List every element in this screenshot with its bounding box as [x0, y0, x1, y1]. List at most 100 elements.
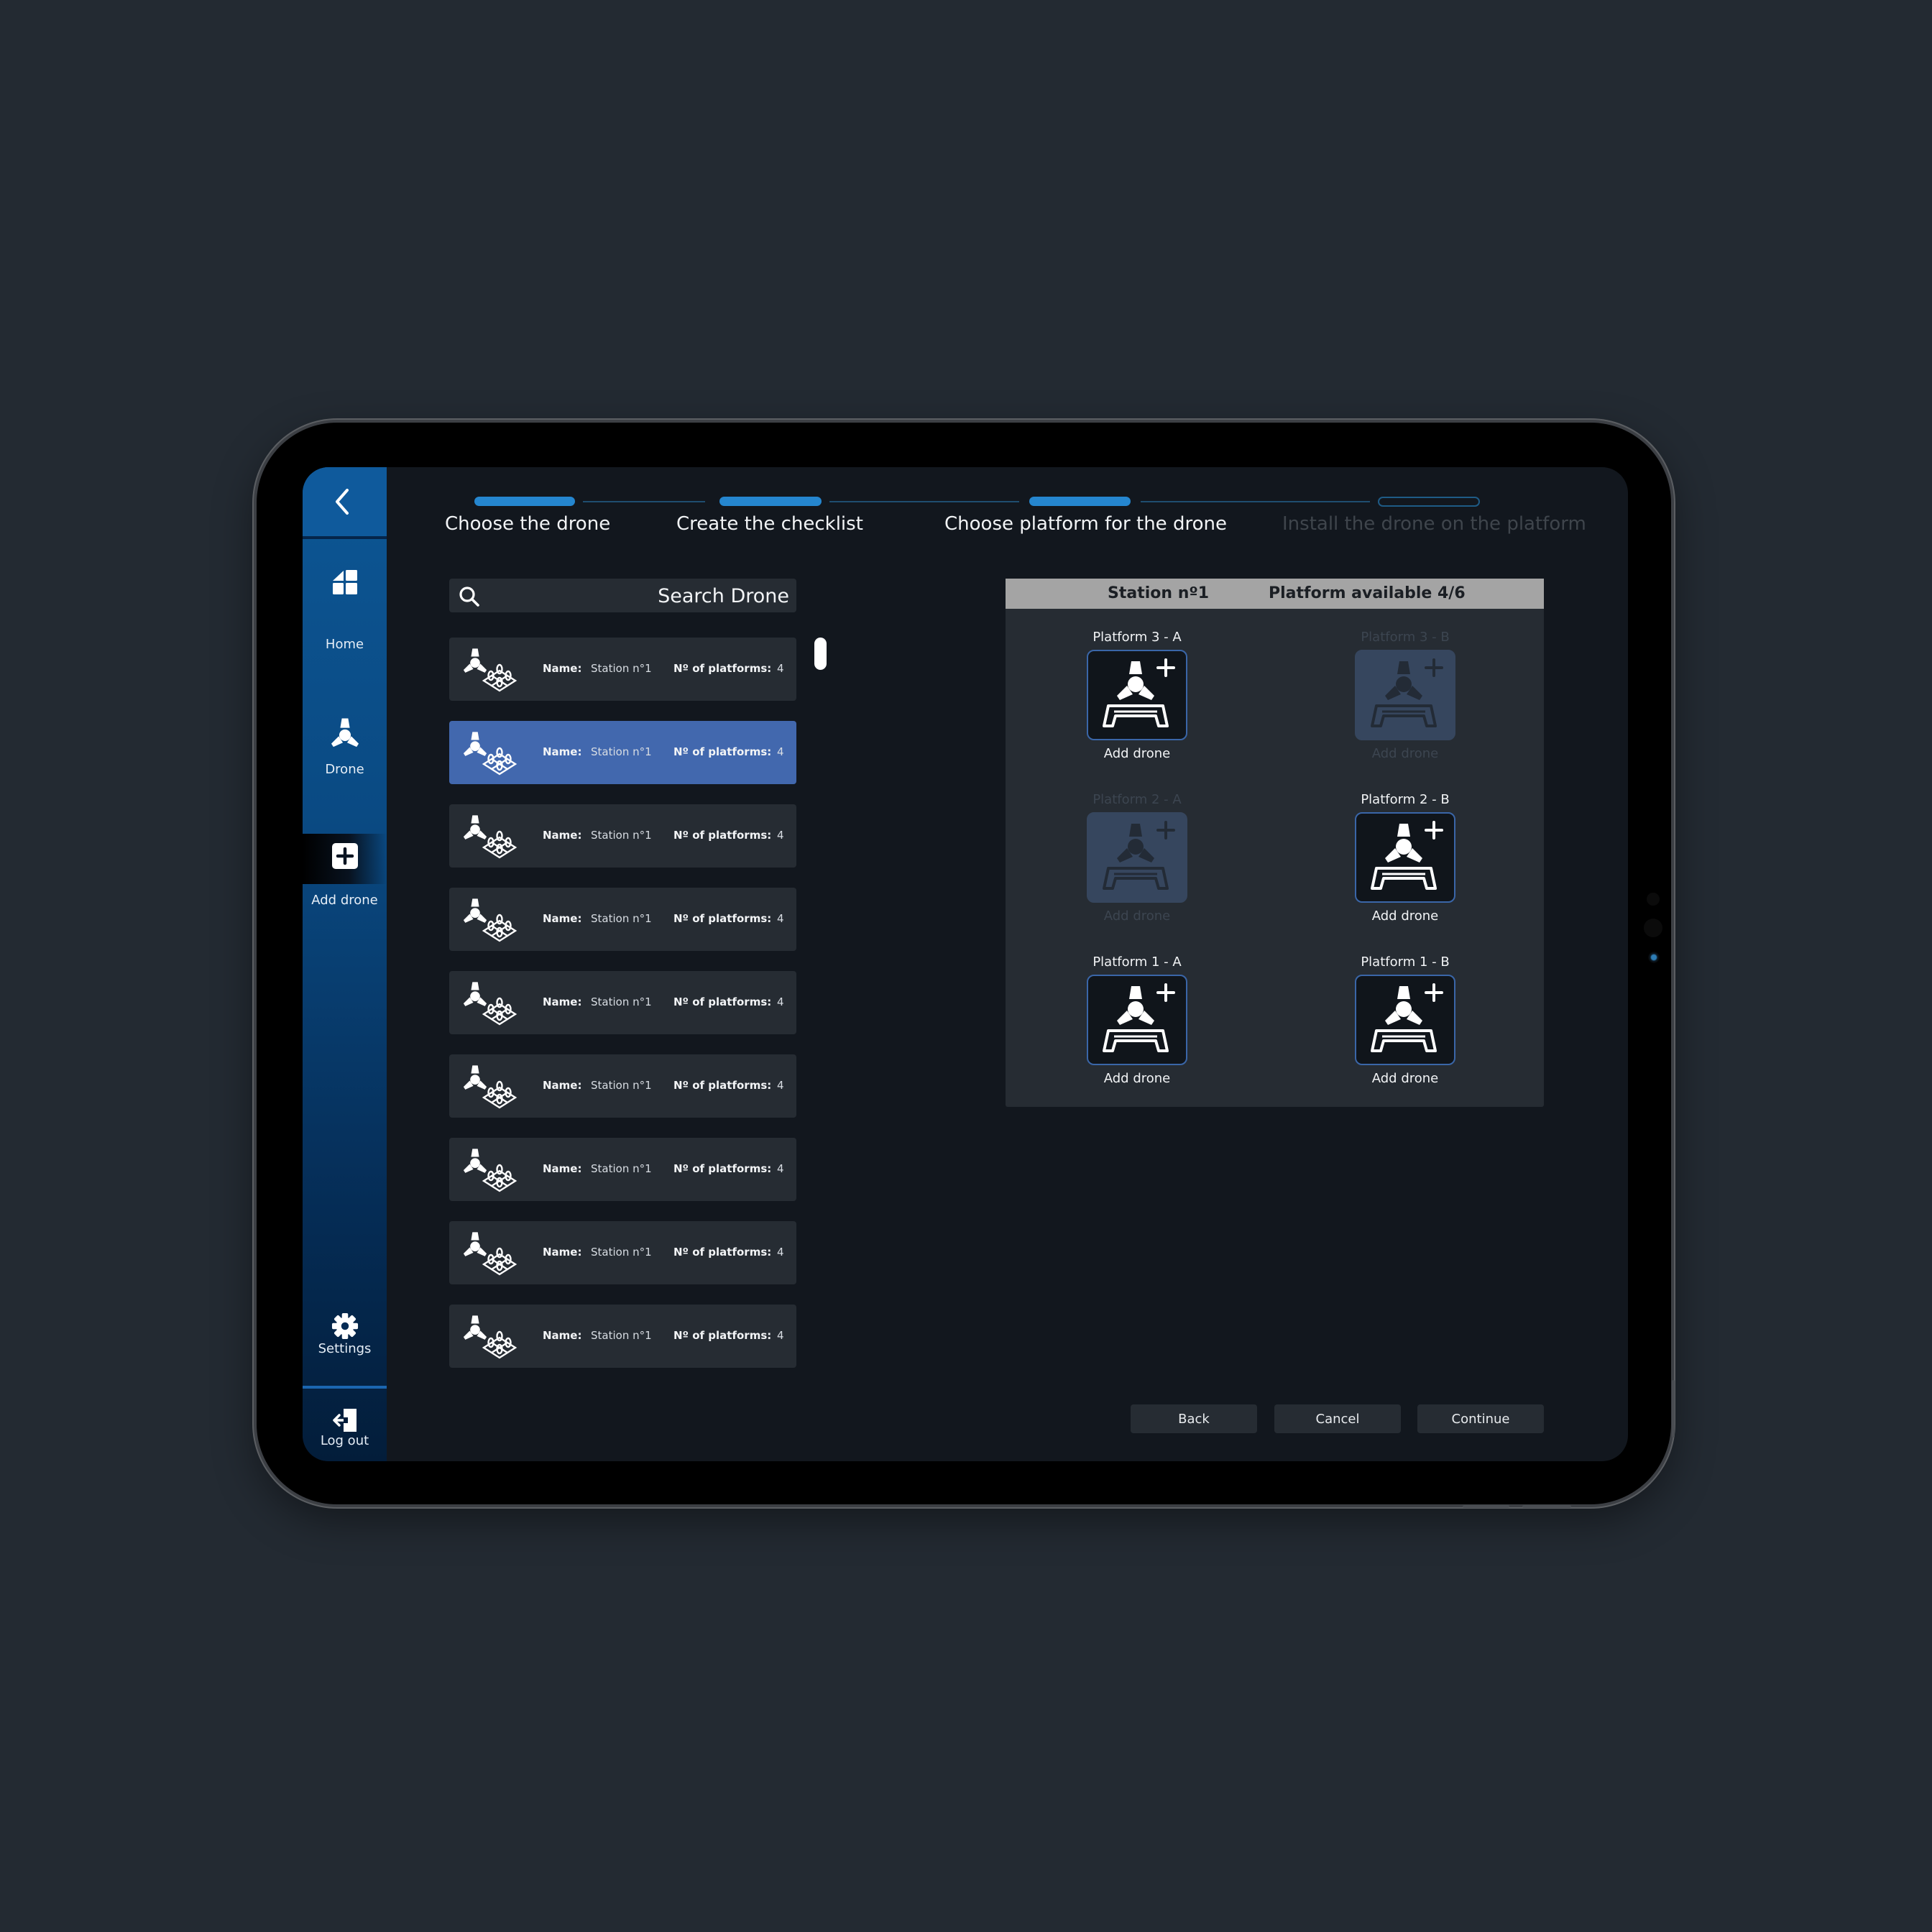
platforms-count: 4: [777, 912, 784, 925]
platforms-label: Nº of platforms:: [673, 912, 772, 925]
sidebar-item-settings[interactable]: Settings: [303, 1312, 387, 1356]
cancel-button[interactable]: Cancel: [1274, 1404, 1401, 1433]
step-label-choose-drone[interactable]: Choose the drone: [445, 513, 610, 535]
name-label: Name:: [543, 662, 582, 675]
panel-header: Station nº1 Platform available 4/6: [1006, 579, 1544, 609]
station-list-item[interactable]: Name: Station n°1 Nº of platforms: 4: [449, 804, 796, 868]
platforms-count: 4: [777, 662, 784, 675]
station-name: Station n°1: [591, 1246, 652, 1259]
station-list-item[interactable]: Name: Station n°1 Nº of platforms: 4: [449, 971, 796, 1034]
drone-platform-icon: [1371, 658, 1443, 727]
station-list-item[interactable]: Name: Station n°1 Nº of platforms: 4: [449, 888, 796, 951]
station-icon: [463, 1232, 517, 1276]
name-label: Name:: [543, 995, 582, 1008]
station-list-item[interactable]: Name: Station n°1 Nº of platforms: 4: [449, 1305, 796, 1368]
search-icon[interactable]: [458, 585, 481, 608]
add-drone-tile[interactable]: [1087, 650, 1187, 740]
platforms-label: Nº of platforms:: [673, 745, 772, 758]
platform-name: Platform 3 - A: [1092, 630, 1182, 645]
platform-name: Platform 2 - A: [1092, 792, 1182, 807]
sidebar-divider: [303, 1386, 387, 1389]
volume-button: [1672, 1380, 1675, 1438]
add-drone-tile[interactable]: [1087, 975, 1187, 1065]
add-drone-tile: [1355, 650, 1455, 740]
station-name: Station n°1: [591, 745, 652, 758]
add-drone-label: Add drone: [1103, 1071, 1171, 1086]
panel-availability: Platform available 4/6: [1269, 584, 1466, 602]
app-screen: Home Drone Add drone Settings Log out Ch…: [303, 467, 1628, 1461]
back-nav-button[interactable]: [303, 467, 387, 539]
panel-station-name: Station nº1: [1108, 584, 1210, 602]
station-name: Station n°1: [591, 1329, 652, 1342]
platform-slot[interactable]: Platform 1 - A Add drone: [1065, 954, 1209, 1086]
logout-icon: [332, 1409, 356, 1432]
continue-button[interactable]: Continue: [1417, 1404, 1544, 1433]
sidebar-item-add-drone[interactable]: Add drone: [303, 842, 387, 908]
add-drone-label: Add drone: [1371, 1071, 1439, 1086]
add-drone-label: Add drone: [1103, 908, 1171, 924]
name-label: Name:: [543, 1246, 582, 1259]
drone-icon: [331, 718, 359, 748]
platforms-label: Nº of platforms:: [673, 1079, 772, 1092]
sidebar-item-label: Add drone: [311, 893, 378, 908]
step-label-choose-platform[interactable]: Choose platform for the drone: [944, 513, 1227, 535]
platforms-count: 4: [777, 1246, 784, 1259]
name-label: Name:: [543, 1079, 582, 1092]
platforms-count: 4: [777, 1079, 784, 1092]
station-list-item[interactable]: Name: Station n°1 Nº of platforms: 4: [449, 721, 796, 784]
list-scrollbar[interactable]: [814, 638, 827, 670]
station-icon: [463, 648, 517, 692]
station-list-item[interactable]: Name: Station n°1 Nº of platforms: 4: [449, 638, 796, 701]
platforms-label: Nº of platforms:: [673, 662, 772, 675]
station-icon: [463, 1315, 517, 1359]
platform-slot[interactable]: Platform 3 - A Add drone: [1065, 630, 1209, 761]
platforms-count: 4: [777, 829, 784, 842]
step-indicator-upcoming: [1378, 497, 1480, 507]
search-input[interactable]: [500, 579, 791, 614]
platforms-label: Nº of platforms:: [673, 1329, 772, 1342]
platforms-count: 4: [777, 745, 784, 758]
station-name: Station n°1: [591, 1162, 652, 1175]
sidebar-item-label: Drone: [325, 762, 364, 777]
platforms-count: 4: [777, 1329, 784, 1342]
platform-slot[interactable]: Platform 1 - B Add drone: [1333, 954, 1477, 1086]
station-list-item[interactable]: Name: Station n°1 Nº of platforms: 4: [449, 1138, 796, 1201]
platforms-count: 4: [777, 1162, 784, 1175]
name-label: Name:: [543, 829, 582, 842]
back-button[interactable]: Back: [1131, 1404, 1257, 1433]
name-label: Name:: [543, 1329, 582, 1342]
station-name: Station n°1: [591, 912, 652, 925]
step-connector: [829, 501, 1019, 502]
station-name: Station n°1: [591, 1079, 652, 1092]
step-label-install-drone: Install the drone on the platform: [1282, 513, 1586, 535]
platforms-label: Nº of platforms:: [673, 995, 772, 1008]
name-label: Name:: [543, 1162, 582, 1175]
sidebar-item-drone[interactable]: Drone: [303, 717, 387, 777]
add-drone-label: Add drone: [1371, 746, 1439, 761]
step-indicator-done: [474, 497, 575, 506]
drone-platform-icon: [1103, 983, 1175, 1052]
platform-name: Platform 3 - B: [1361, 630, 1450, 645]
add-drone-tile: [1087, 812, 1187, 903]
add-drone-label: Add drone: [1371, 908, 1439, 924]
station-icon: [463, 982, 517, 1026]
add-drone-tile[interactable]: [1355, 812, 1455, 903]
station-icon: [463, 732, 517, 776]
drone-platform-icon: [1103, 821, 1175, 890]
step-indicator-current: [1029, 497, 1131, 506]
platform-slot: Platform 2 - A Add drone: [1065, 792, 1209, 924]
step-label-create-checklist[interactable]: Create the checklist: [676, 513, 863, 535]
sidebar-item-logout[interactable]: Log out: [303, 1407, 387, 1448]
name-label: Name:: [543, 745, 582, 758]
name-label: Name:: [543, 912, 582, 925]
platforms-count: 4: [777, 995, 784, 1008]
top-button: [1522, 1505, 1571, 1508]
search-bar: [449, 579, 796, 614]
sidebar-item-home[interactable]: Home: [303, 568, 387, 652]
station-icon: [463, 815, 517, 859]
sidebar: Home Drone Add drone Settings Log out: [303, 467, 387, 1461]
add-drone-tile[interactable]: [1355, 975, 1455, 1065]
station-list-item[interactable]: Name: Station n°1 Nº of platforms: 4: [449, 1221, 796, 1284]
platform-slot[interactable]: Platform 2 - B Add drone: [1333, 792, 1477, 924]
station-list-item[interactable]: Name: Station n°1 Nº of platforms: 4: [449, 1054, 796, 1118]
